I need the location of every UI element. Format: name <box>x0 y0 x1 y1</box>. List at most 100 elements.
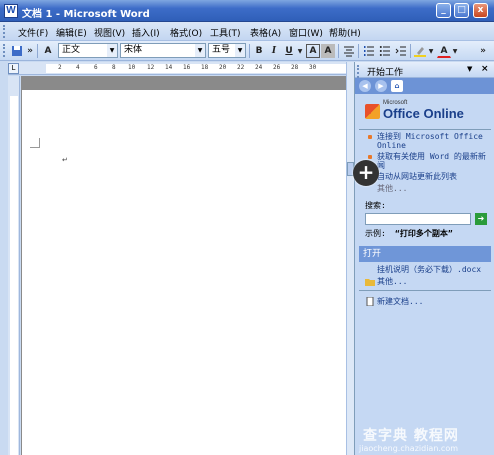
maximize-button[interactable]: □ <box>454 3 469 18</box>
task-pane: 开始工作 ▼ × ◀ ▶ ⌂ Microsoft Office Online 连… <box>354 62 494 455</box>
open-section-header: 打开 <box>359 246 491 262</box>
search-input[interactable] <box>365 213 471 225</box>
toolbar-separator <box>358 44 359 58</box>
task-pane-header: 开始工作 ▼ × <box>355 62 494 78</box>
chevron-down-icon[interactable]: ▼ <box>427 44 435 58</box>
highlight-icon[interactable] <box>413 44 427 58</box>
italic-button[interactable]: I <box>267 44 281 58</box>
title-bar[interactable]: W 文档 1 - Microsoft Word _ □ x <box>0 0 494 22</box>
ruler-number: 24 <box>255 64 263 71</box>
underline-button[interactable]: U <box>282 44 296 58</box>
menu-tools[interactable]: 工具(T) <box>210 26 241 39</box>
bullet-icon <box>368 135 372 139</box>
home-icon[interactable]: ⌂ <box>391 80 403 92</box>
toolbar-options-icon[interactable]: » <box>478 44 488 58</box>
vertical-ruler[interactable] <box>8 76 20 455</box>
toolbar-overflow-icon[interactable]: » <box>26 44 34 58</box>
toolbar-grip-icon[interactable] <box>3 44 6 57</box>
word-window: W 文档 1 - Microsoft Word _ □ x 文件(F) 编辑(E… <box>0 0 494 455</box>
character-shading-button[interactable]: A <box>321 44 335 58</box>
chevron-down-icon[interactable]: ▼ <box>195 44 205 57</box>
tab-selector[interactable]: L <box>8 63 19 74</box>
menu-table[interactable]: 表格(A) <box>250 26 281 39</box>
ruler-number: 22 <box>237 64 245 71</box>
ruler-number: 28 <box>291 64 299 71</box>
word-app-icon[interactable]: W <box>4 4 18 18</box>
watermark-url: jiaocheng.chazidian.com <box>359 444 459 453</box>
font-size-select[interactable]: 五号 ▼ <box>208 43 246 58</box>
link-more[interactable]: 其他... <box>377 184 407 193</box>
menu-view[interactable]: 视图(V) <box>94 26 125 39</box>
paragraph-mark: ↵ <box>62 156 68 164</box>
character-border-button[interactable]: A <box>306 44 320 58</box>
open-more-link[interactable]: 其他... <box>377 277 407 286</box>
pane-grip-icon[interactable] <box>357 65 360 78</box>
new-document-link[interactable]: 新建文档... <box>377 297 423 306</box>
menu-edit[interactable]: 编辑(E) <box>56 26 87 39</box>
ruler-number: 12 <box>147 64 155 71</box>
minimize-button[interactable]: _ <box>436 3 451 18</box>
vertical-scrollbar[interactable] <box>346 62 354 455</box>
watermark-title: 查字典 教程网 <box>363 428 459 444</box>
link-auto-update[interactable]: 自动从网站更新此列表 <box>377 172 487 181</box>
chevron-down-icon[interactable]: ▼ <box>467 65 472 73</box>
ruler-number: 20 <box>219 64 227 71</box>
align-center-icon[interactable] <box>342 44 356 58</box>
font-select-value: 宋体 <box>124 45 143 55</box>
bullet-icon <box>368 155 372 159</box>
divider <box>359 129 491 130</box>
ruler-number: 16 <box>183 64 191 71</box>
link-latest-news[interactable]: 获取有关使用 Word 的最新新闻 <box>377 152 487 170</box>
formatting-toolbar: » A 正文 ▼ 宋体 ▼ 五号 ▼ B I U ▼ A A ▼ A ▼ » <box>0 41 494 61</box>
close-button[interactable]: x <box>473 3 488 18</box>
new-document-icon <box>366 297 374 306</box>
menu-file[interactable]: 文件(F) <box>18 26 48 39</box>
close-icon[interactable]: × <box>481 64 489 74</box>
toolbar-separator <box>37 44 38 58</box>
margin-corner-mark <box>30 138 40 148</box>
menu-help[interactable]: 帮助(H) <box>329 26 361 39</box>
menu-insert[interactable]: 插入(I) <box>132 26 160 39</box>
style-select-value: 正文 <box>62 45 81 55</box>
ruler-number: 26 <box>273 64 281 71</box>
ruler-number: 18 <box>201 64 209 71</box>
document-page[interactable]: ↵ <box>22 90 346 455</box>
ruler-text-area <box>46 64 346 73</box>
font-select[interactable]: 宋体 ▼ <box>120 43 206 58</box>
save-icon[interactable] <box>10 44 24 58</box>
forward-icon[interactable]: ▶ <box>375 80 387 92</box>
ruler-number: 10 <box>128 64 136 71</box>
search-label: 搜索: <box>365 201 386 210</box>
menu-window[interactable]: 窗口(W) <box>289 26 323 39</box>
menu-format[interactable]: 格式(O) <box>170 26 202 39</box>
styles-formatting-icon[interactable]: A <box>41 44 55 58</box>
chevron-down-icon[interactable]: ▼ <box>296 44 304 58</box>
numbering-icon[interactable] <box>362 44 376 58</box>
font-color-button[interactable]: A <box>437 44 451 58</box>
recent-file-link[interactable]: 挂机说明（务必下载）.docx <box>377 265 491 274</box>
chevron-down-icon[interactable]: ▼ <box>107 44 117 57</box>
search-go-button[interactable]: ➜ <box>475 213 487 225</box>
chevron-down-icon[interactable]: ▼ <box>235 44 245 57</box>
toolbar-separator <box>410 44 411 58</box>
office-online-logo[interactable]: Microsoft Office Online <box>363 98 487 126</box>
indent-icon[interactable] <box>394 44 408 58</box>
window-title: 文档 1 - Microsoft Word <box>22 9 150 20</box>
bullets-icon[interactable] <box>378 44 392 58</box>
ruler-number: 6 <box>94 64 98 71</box>
plus-circle-icon[interactable]: + <box>353 160 379 186</box>
ruler-number: 4 <box>76 64 80 71</box>
back-icon[interactable]: ◀ <box>359 80 371 92</box>
toolbar-separator <box>338 44 339 58</box>
example-value: “打印多个副本” <box>395 229 453 238</box>
font-size-value: 五号 <box>212 45 231 55</box>
menu-grip-icon[interactable] <box>3 25 6 38</box>
divider <box>359 290 491 291</box>
horizontal-ruler[interactable]: 2 4 6 8 10 12 14 16 18 20 22 24 26 28 30 <box>8 62 346 75</box>
chevron-down-icon[interactable]: ▼ <box>451 44 459 58</box>
link-connect-office-online[interactable]: 连接到 Microsoft Office Online <box>377 132 487 150</box>
style-select[interactable]: 正文 ▼ <box>58 43 118 58</box>
bold-button[interactable]: B <box>252 44 266 58</box>
office-logo-icon <box>365 104 380 119</box>
ruler-number: 30 <box>309 64 317 71</box>
